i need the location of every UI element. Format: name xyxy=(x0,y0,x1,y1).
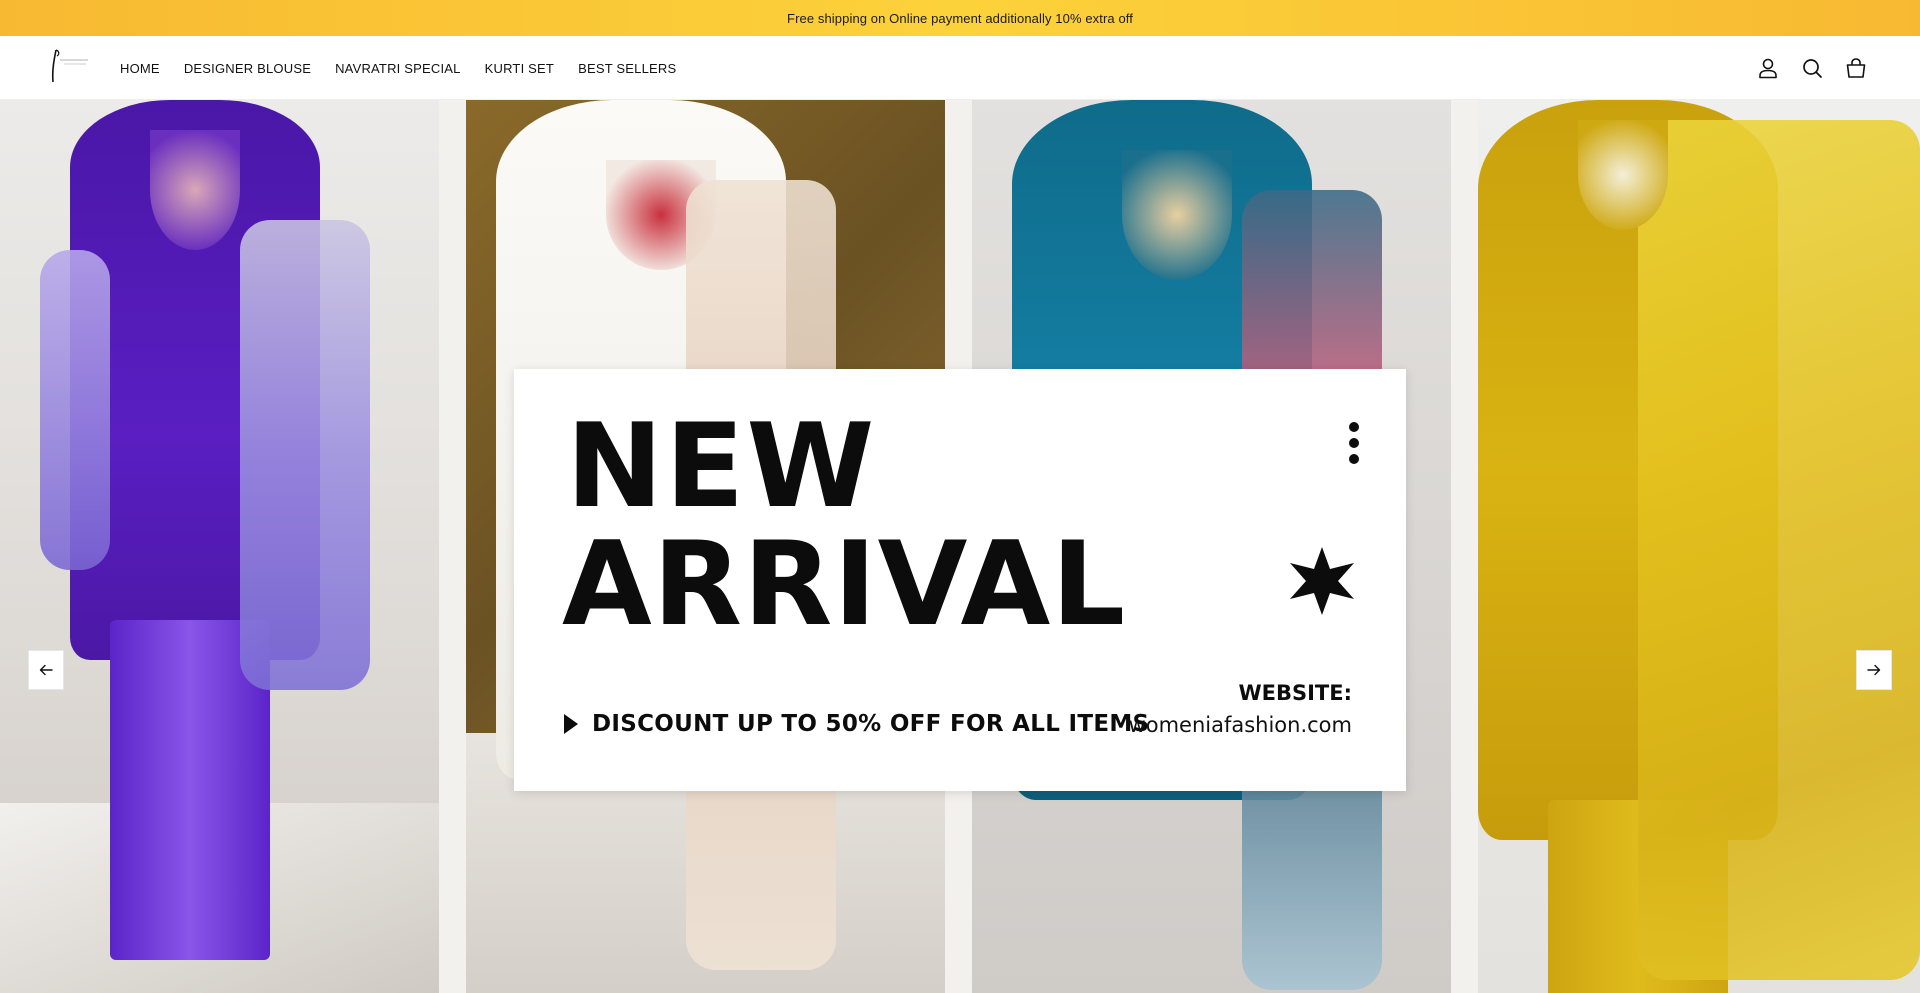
slider-prev-button[interactable] xyxy=(28,650,64,690)
logo-icon xyxy=(51,49,88,83)
star-icon xyxy=(1290,547,1354,615)
arrow-left-icon xyxy=(39,664,53,676)
header-actions xyxy=(1756,36,1868,100)
main-nav: HOME DESIGNER BLOUSE NAVRATRI SPECIAL KU… xyxy=(120,36,676,100)
embroidery-neck-teal xyxy=(1122,150,1232,280)
embroidery-neck xyxy=(150,130,240,250)
new-arrival-banner[interactable]: NEW ARRIVAL DISCOUNT UP TO 50% OFF FOR A… xyxy=(514,369,1406,791)
hero-panel-yellow xyxy=(1478,100,1920,993)
hero-slideshow: NEW ARRIVAL DISCOUNT UP TO 50% OFF FOR A… xyxy=(0,100,1920,993)
banner-discount: DISCOUNT UP TO 50% OFF FOR ALL ITEMS xyxy=(564,711,1149,737)
website-url: womeniafashion.com xyxy=(1128,713,1352,737)
nav-home[interactable]: HOME xyxy=(120,61,160,76)
banner-headline-arrival: ARRIVAL xyxy=(562,517,1127,652)
search-icon[interactable] xyxy=(1800,56,1824,80)
account-icon[interactable] xyxy=(1756,56,1780,80)
discount-text: DISCOUNT UP TO 50% OFF FOR ALL ITEMS xyxy=(592,711,1150,737)
nav-kurti-set[interactable]: KURTI SET xyxy=(485,61,554,76)
announcement-text: Free shipping on Online payment addition… xyxy=(787,10,1133,26)
embroidery-neck-yellow xyxy=(1578,120,1668,230)
banner-headline-new: NEW xyxy=(566,399,877,534)
dots-icon xyxy=(1349,422,1359,464)
cart-icon[interactable] xyxy=(1844,56,1868,80)
site-header: HOME DESIGNER BLOUSE NAVRATRI SPECIAL KU… xyxy=(0,36,1920,100)
dupatta-yellow-floral xyxy=(1638,120,1920,980)
arrow-right-icon xyxy=(1867,664,1881,676)
hero-panel-purple xyxy=(0,100,439,993)
nav-best-sellers[interactable]: BEST SELLERS xyxy=(578,61,676,76)
dupatta-lavender-left xyxy=(40,250,110,570)
announcement-bar: Free shipping on Online payment addition… xyxy=(0,0,1920,36)
brand-logo[interactable] xyxy=(48,46,92,86)
website-label: WEBSITE: xyxy=(1238,681,1352,705)
nav-navratri-special[interactable]: NAVRATRI SPECIAL xyxy=(335,61,461,76)
nav-designer-blouse[interactable]: DESIGNER BLOUSE xyxy=(184,61,311,76)
dupatta-lavender xyxy=(240,220,370,690)
slider-next-button[interactable] xyxy=(1856,650,1892,690)
play-triangle-icon xyxy=(564,714,578,734)
